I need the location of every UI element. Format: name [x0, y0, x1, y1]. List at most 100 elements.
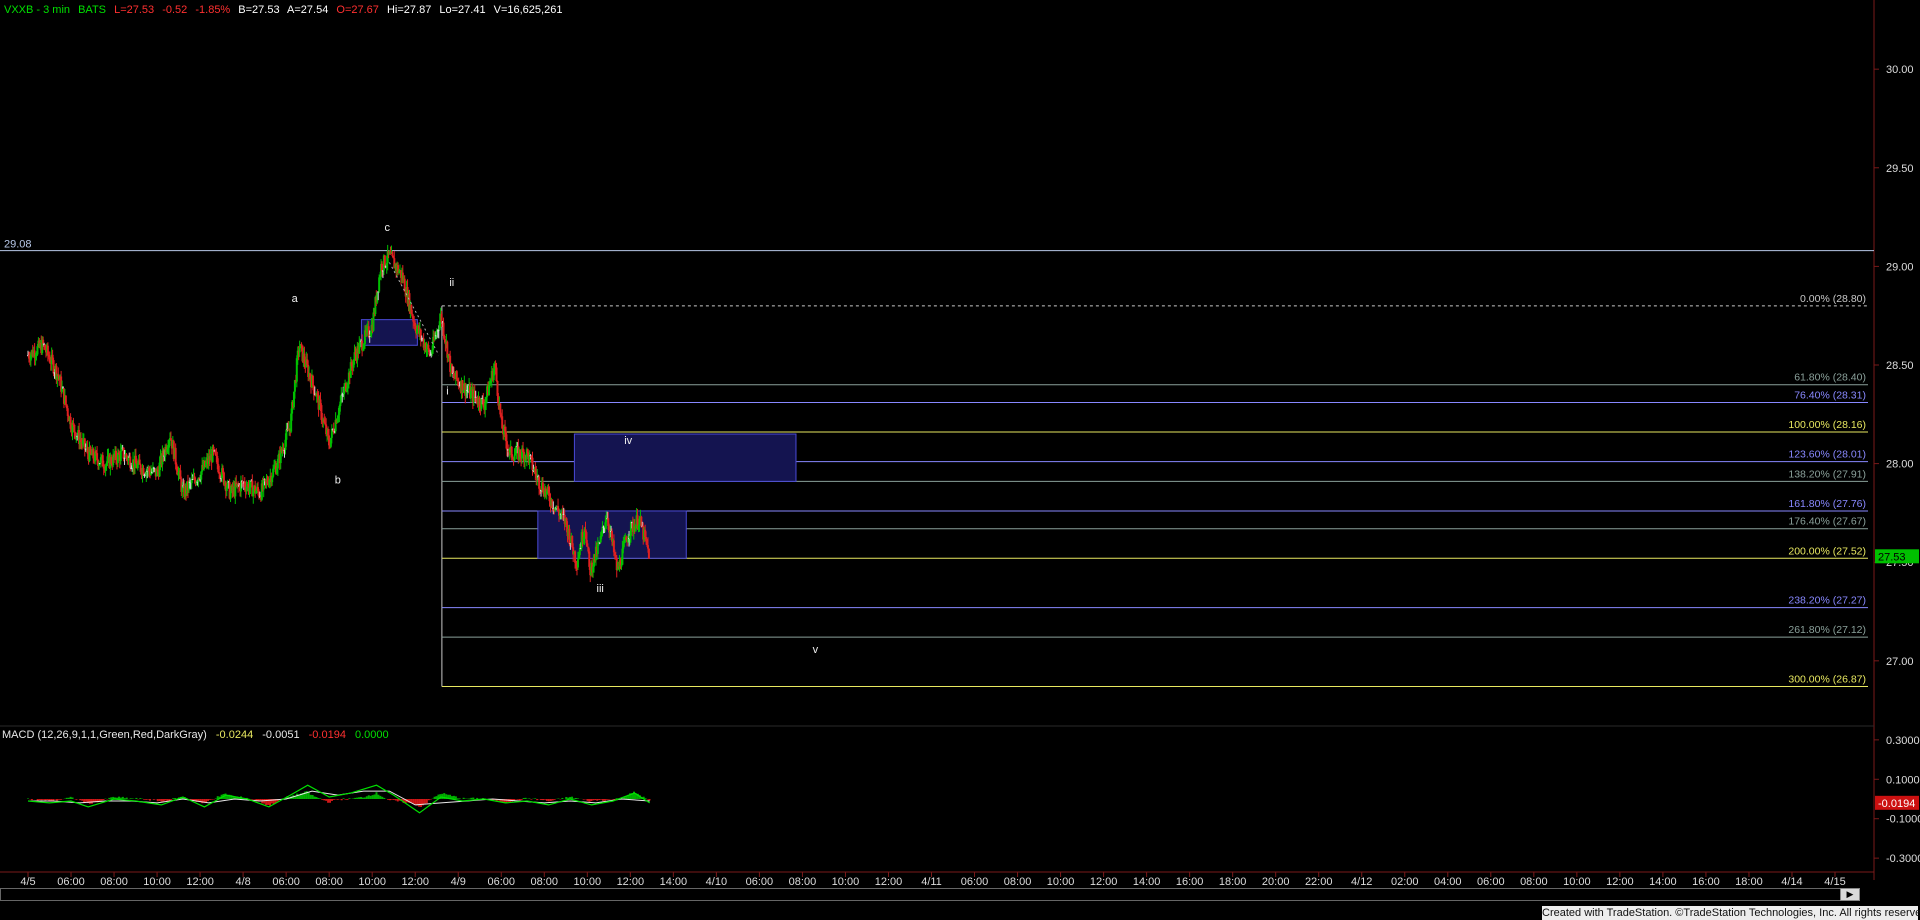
fibonacci-extension: 0.00% (28.80) 61.80% (28.40) 76.40% (28.31…: [441, 293, 1868, 687]
time-tick-label: 08:00: [789, 876, 817, 888]
time-tick-label: 10:00: [1047, 876, 1075, 888]
wave-label-i: i: [446, 386, 448, 398]
time-tick-label: 10:00: [574, 876, 602, 888]
time-tick-label: 4/12: [1351, 876, 1372, 888]
fib-level-label: 138.20% (27.91): [1788, 468, 1866, 480]
time-tick-label: 16:00: [1692, 876, 1720, 888]
candle-body: [646, 545, 649, 549]
horizontal-scrollbar[interactable]: [0, 888, 1860, 901]
time-tick-label: 22:00: [1305, 876, 1333, 888]
time-tick-label: 4/8: [235, 876, 250, 888]
scroll-right-arrow-icon[interactable]: ▶: [1840, 888, 1860, 901]
high-readout: Hi=27.87: [386, 4, 432, 16]
last-price-readout: L=27.53: [114, 4, 155, 16]
macd-value-4: 0.0000: [355, 729, 389, 741]
time-tick-label: 10:00: [143, 876, 171, 888]
time-tick-label: 06:00: [57, 876, 85, 888]
macd-value-2: -0.0051: [262, 729, 300, 741]
trading-chart[interactable]: 30.0029.5029.0028.5028.0027.5027.0029.08…: [0, 0, 1920, 920]
fib-level-label: 300.00% (26.87): [1788, 673, 1866, 685]
macd-tick-label: -0.1000: [1886, 814, 1920, 826]
time-tick-label: 08:00: [1004, 876, 1032, 888]
macd-tick-label: 0.1000: [1886, 774, 1920, 786]
candle-body: [539, 488, 542, 491]
fib-level-label: 176.40% (27.67): [1788, 516, 1866, 528]
macd-header: MACD (12,26,9,1,1,Green,Red,DarkGray) -0…: [2, 729, 395, 741]
change-pct-readout: -1.85%: [195, 4, 231, 16]
fib-level-label: 100.00% (28.16): [1788, 419, 1866, 431]
candle-body: [578, 548, 581, 556]
macd-value-label: -0.0194: [1878, 798, 1915, 810]
fib-level-label: 123.60% (28.01): [1788, 449, 1866, 461]
candle-body: [391, 252, 394, 256]
candle-body: [455, 371, 458, 380]
macd-panel: 0.3000 0.1000 -0.1000 -0.3000 -0.0194: [27, 735, 1920, 865]
price-tick-label: 30.00: [1886, 64, 1914, 76]
time-tick-label: 4/14: [1781, 876, 1802, 888]
time-tick-label: 12:00: [186, 876, 214, 888]
macd-value-1: -0.0244: [215, 729, 254, 741]
time-tick-label: 16:00: [1176, 876, 1204, 888]
volume-readout: V=16,625,261: [493, 4, 563, 16]
symbol-header: VXXB - 3 min BATS L=27.53 -0.52 -1.85% B…: [4, 4, 567, 16]
bid-readout: B=27.53: [238, 4, 280, 16]
time-tick-label: 12:00: [1606, 876, 1634, 888]
wave-label-iv: iv: [624, 435, 632, 447]
symbol-label: VXXB - 3 min: [4, 4, 71, 16]
time-tick-label: 06:00: [961, 876, 989, 888]
exchange-label: BATS: [78, 4, 107, 16]
fib-level-label: 161.80% (27.76): [1788, 498, 1866, 510]
candle-body: [119, 450, 122, 462]
fib-level-label: 61.80% (28.40): [1794, 372, 1866, 384]
time-tick-label: 4/9: [451, 876, 466, 888]
time-tick-label: 4/15: [1824, 876, 1845, 888]
candle-body: [568, 528, 571, 544]
time-tick-label: 4/11: [921, 876, 942, 888]
price-candles: 27.53: [27, 244, 1919, 583]
candle-body: [505, 441, 508, 450]
time-axis: 4/5 06:00 08:00 10:00 12:00 4/8 06:00 08:00 10:0…: [20, 872, 1846, 888]
candle-body: [169, 438, 172, 441]
fib-level-label: 0.00% (28.80): [1800, 293, 1866, 305]
wave-label-c: c: [384, 222, 390, 234]
macd-value-3: -0.0194: [308, 729, 346, 741]
change-readout: -0.52: [162, 4, 188, 16]
candle-body: [586, 543, 589, 547]
ask-readout: A=27.54: [287, 4, 329, 16]
time-tick-label: 08:00: [531, 876, 559, 888]
macd-label: MACD (12,26,9,1,1,Green,Red,DarkGray): [2, 729, 207, 741]
time-tick-label: 20:00: [1262, 876, 1290, 888]
candle-body: [300, 344, 303, 346]
time-tick-label: 02:00: [1391, 876, 1419, 888]
candle-body: [647, 548, 650, 559]
last-price-label: 27.53: [1878, 551, 1906, 563]
macd-tick-label: 0.3000: [1886, 735, 1920, 747]
copyright-footer: Created with TradeStation. ©TradeStation…: [1542, 906, 1920, 920]
time-tick-label: 4/10: [706, 876, 727, 888]
time-tick-label: 10:00: [358, 876, 386, 888]
macd-tick-label: -0.3000: [1886, 853, 1920, 865]
time-tick-label: 08:00: [1520, 876, 1548, 888]
time-tick-label: 12:00: [617, 876, 645, 888]
candle-body: [588, 551, 591, 567]
candle-body: [495, 367, 498, 382]
time-tick-label: 12:00: [1090, 876, 1118, 888]
time-tick-label: 14:00: [1133, 876, 1161, 888]
candle-body: [576, 559, 579, 568]
time-tick-label: 08:00: [100, 876, 128, 888]
price-tick-label: 28.50: [1886, 360, 1914, 372]
time-tick-label: 08:00: [315, 876, 343, 888]
candle-body: [73, 424, 76, 433]
wave-label-b: b: [335, 474, 341, 486]
time-tick-label: 06:00: [746, 876, 774, 888]
time-tick-label: 10:00: [832, 876, 860, 888]
open-readout: O=27.67: [336, 4, 379, 16]
price-tick-label: 29.00: [1886, 261, 1914, 273]
price-axis-grid: 30.0029.5029.0028.5028.0027.5027.0029.08: [0, 0, 1914, 880]
fib-level-label: 238.20% (27.27): [1788, 595, 1866, 607]
price-tick-label: 27.00: [1886, 656, 1914, 668]
time-tick-label: 4/5: [20, 876, 35, 888]
time-tick-label: 06:00: [487, 876, 515, 888]
time-tick-label: 06:00: [272, 876, 300, 888]
price-tick-label: 29.50: [1886, 163, 1914, 175]
